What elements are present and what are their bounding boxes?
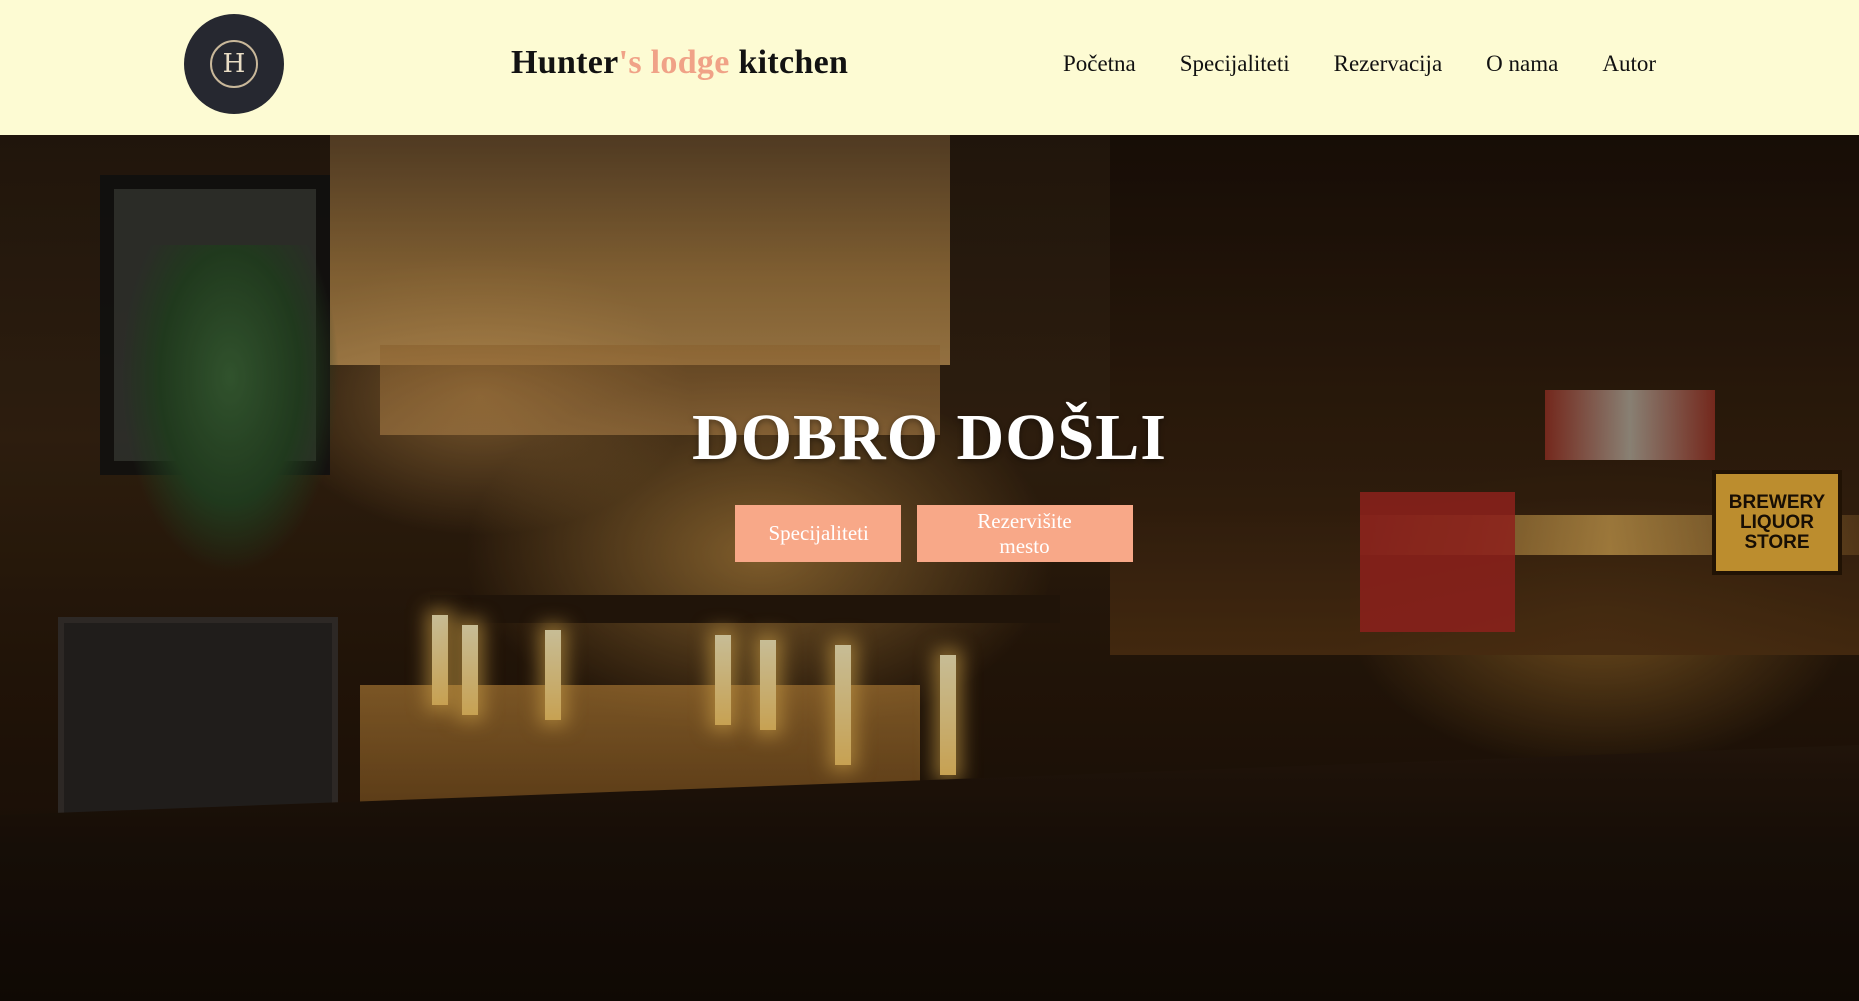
- nav-home[interactable]: Početna: [1063, 51, 1136, 77]
- logo[interactable]: H: [184, 14, 284, 114]
- logo-letter: H: [222, 49, 246, 79]
- hero-title: DOBRO DOŠLI: [692, 401, 1167, 474]
- brand-kitchen: kitchen: [738, 44, 849, 81]
- brand-apostrophe: 's: [618, 44, 642, 81]
- brand-hunter: Hunter: [511, 44, 619, 81]
- hero-overlay: [0, 135, 1859, 1001]
- main-nav: Početna Specijaliteti Rezervacija O nama…: [1063, 51, 1656, 77]
- logo-monogram: H: [210, 40, 258, 88]
- hero-section: BREWERY LIQUOR STORE DOBRO DOŠLI Specija…: [0, 135, 1859, 1001]
- hero-buttons: Specijaliteti Rezervišite mesto: [0, 505, 1859, 562]
- nav-author[interactable]: Autor: [1602, 51, 1656, 77]
- nav-reservation[interactable]: Rezervacija: [1334, 51, 1443, 77]
- nav-specialties[interactable]: Specijaliteti: [1180, 51, 1290, 77]
- brand-title: Hunter's lodge kitchen: [511, 44, 848, 82]
- site-header: H Hunter's lodge kitchen Početna Specija…: [0, 0, 1859, 135]
- nav-about[interactable]: O nama: [1486, 51, 1558, 77]
- reserve-button[interactable]: Rezervišite mesto: [916, 505, 1133, 562]
- brand-lodge: lodge: [650, 44, 730, 81]
- specialties-button[interactable]: Specijaliteti: [734, 505, 901, 562]
